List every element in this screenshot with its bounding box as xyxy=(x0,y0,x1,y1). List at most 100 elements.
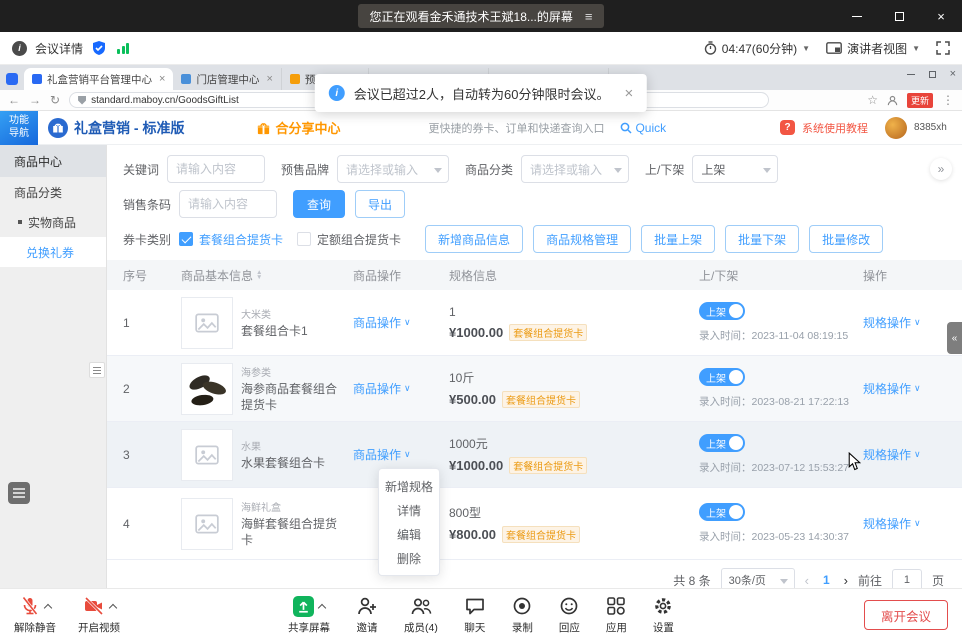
product-category: 大米类 xyxy=(241,306,308,321)
invite-button[interactable]: 邀请 xyxy=(356,595,378,635)
shelf-toggle[interactable]: 上架 xyxy=(699,434,745,452)
search-button[interactable]: 查询 xyxy=(293,190,345,218)
browser-logo-icon[interactable] xyxy=(6,73,18,85)
entry-time: 录入时间：2023-11-04 08:19:15 xyxy=(699,328,863,343)
record-button[interactable]: 录制 xyxy=(512,595,533,635)
tab-close-icon[interactable]: × xyxy=(266,73,272,85)
bookmark-star-icon[interactable]: ☆ xyxy=(867,93,878,107)
back-icon[interactable]: ← xyxy=(8,93,20,107)
sidebar-collapse-button[interactable] xyxy=(89,362,105,378)
shelf-select[interactable]: 上架 xyxy=(692,155,778,183)
barcode-input[interactable] xyxy=(179,190,277,218)
browser-menu-icon[interactable]: ⋮ xyxy=(942,93,954,107)
browser-tab[interactable]: 门店管理中心 × xyxy=(173,68,281,90)
product-action-dropdown[interactable]: 商品操作∨ xyxy=(353,314,449,331)
side-panel-expand-tab[interactable]: « xyxy=(947,322,962,354)
menu-item-delete[interactable]: 删除 xyxy=(379,546,439,570)
batch-edit-button[interactable]: 批量修改 xyxy=(809,225,883,253)
settings-button[interactable]: 设置 xyxy=(653,595,674,635)
shelf-toggle[interactable]: 上架 xyxy=(699,302,745,320)
refresh-icon[interactable]: ↻ xyxy=(50,93,60,107)
product-action-dropdown[interactable]: 商品操作∨ xyxy=(353,380,449,397)
video-options-caret[interactable] xyxy=(108,604,116,612)
microphone-muted-icon xyxy=(20,596,40,616)
banner-menu-icon[interactable]: ≡ xyxy=(585,9,593,24)
menu-item-add-spec[interactable]: 新增规格 xyxy=(379,474,439,498)
spec-manage-button[interactable]: 商品规格管理 xyxy=(533,225,631,253)
members-button[interactable]: 成员(4) xyxy=(404,595,438,635)
col-index: 序号 xyxy=(123,267,181,284)
start-video-button[interactable]: 开启视频 xyxy=(78,595,120,635)
sidebar-item-gift-coupons[interactable]: 兑换礼券 xyxy=(0,237,106,267)
shared-maximize-icon[interactable] xyxy=(929,71,936,78)
batch-off-shelf-button[interactable]: 批量下架 xyxy=(725,225,799,253)
sidebar-item-physical-goods[interactable]: 实物商品 xyxy=(0,207,106,237)
gift-icon xyxy=(256,120,271,135)
close-button[interactable]: × xyxy=(920,0,962,32)
meeting-info-icon[interactable]: i xyxy=(12,41,27,56)
sidebar-item-category[interactable]: 商品分类 xyxy=(0,177,106,207)
menu-item-details[interactable]: 详情 xyxy=(379,498,439,522)
leave-meeting-button[interactable]: 离开会议 xyxy=(864,600,948,630)
checkbox-package-card-label[interactable]: 套餐组合提货卡 xyxy=(199,231,283,248)
chat-button[interactable]: 聊天 xyxy=(464,595,486,635)
spec-action-dropdown[interactable]: 规格操作∨ xyxy=(863,515,962,532)
minimize-icon xyxy=(852,16,862,17)
col-product: 商品基本信息 xyxy=(181,267,253,284)
share-options-caret[interactable] xyxy=(318,604,326,612)
prev-page-button[interactable]: ‹ xyxy=(805,573,809,588)
forward-icon[interactable]: → xyxy=(29,93,41,107)
goto-page-input[interactable] xyxy=(892,569,922,588)
checkbox-package-card[interactable] xyxy=(179,232,193,246)
meeting-details-label[interactable]: 会议详情 xyxy=(35,40,83,57)
shared-close-icon[interactable]: × xyxy=(950,68,956,80)
shelf-toggle[interactable]: 上架 xyxy=(699,503,745,521)
mic-options-caret[interactable] xyxy=(43,604,51,612)
avatar[interactable] xyxy=(885,117,907,139)
notification-close-icon[interactable]: × xyxy=(624,85,633,102)
filter-collapse-button[interactable]: » xyxy=(930,158,952,180)
quick-search-link[interactable]: Quick xyxy=(620,121,666,135)
sort-icon[interactable]: ▲▼ xyxy=(256,270,262,280)
batch-on-shelf-button[interactable]: 批量上架 xyxy=(641,225,715,253)
product-action-dropdown-open[interactable]: 商品操作∨ xyxy=(353,446,449,463)
apps-button[interactable]: 应用 xyxy=(606,595,627,635)
shelf-toggle[interactable]: 上架 xyxy=(699,368,745,386)
export-button[interactable]: 导出 xyxy=(355,190,405,218)
security-shield-icon[interactable] xyxy=(91,40,107,56)
page-size-select[interactable]: 30条/页 xyxy=(721,568,795,588)
meeting-timer[interactable]: 04:47(60分钟) ▼ xyxy=(704,40,810,57)
keyword-input[interactable] xyxy=(167,155,265,183)
browser-tab-active[interactable]: 礼盒营销平台管理中心 × xyxy=(24,68,173,90)
shared-minimize-icon[interactable] xyxy=(907,74,915,75)
tutorial-link[interactable]: 系统使用教程 xyxy=(802,120,868,136)
tab-favicon xyxy=(290,74,300,84)
reactions-button[interactable]: 回应 xyxy=(559,595,580,635)
view-mode-selector[interactable]: 演讲者视图 ▼ xyxy=(826,40,920,57)
barcode-label: 销售条码 xyxy=(123,196,171,213)
spec-action-dropdown[interactable]: 规格操作∨ xyxy=(863,446,962,463)
unmute-button[interactable]: 解除静音 xyxy=(14,595,56,635)
function-nav-button[interactable]: 功能导航 xyxy=(0,111,38,145)
category-select[interactable]: 请选择或输入 xyxy=(521,155,629,183)
profile-icon[interactable] xyxy=(887,95,898,106)
page-number-current[interactable]: 1 xyxy=(819,573,834,587)
checkbox-fixed-card-label[interactable]: 定额组合提货卡 xyxy=(317,231,401,248)
maximize-button[interactable] xyxy=(878,0,920,32)
select-caret-icon xyxy=(780,579,788,584)
caret-down-icon: ∨ xyxy=(914,449,921,460)
tab-close-icon[interactable]: × xyxy=(159,73,165,85)
share-screen-button[interactable]: 共享屏幕 xyxy=(288,595,330,635)
fullscreen-icon[interactable] xyxy=(936,41,950,55)
next-page-button[interactable]: › xyxy=(844,573,848,588)
update-badge[interactable]: 更新 xyxy=(907,93,933,108)
add-product-button[interactable]: 新增商品信息 xyxy=(425,225,523,253)
checkbox-fixed-card[interactable] xyxy=(297,232,311,246)
share-center-link[interactable]: 合分享中心 xyxy=(256,118,340,137)
menu-item-edit[interactable]: 编辑 xyxy=(379,522,439,546)
minimize-button[interactable] xyxy=(836,0,878,32)
brand-select[interactable]: 请选择或输入 xyxy=(337,155,449,183)
sea-cucumber-photo xyxy=(183,365,231,413)
spec-action-dropdown[interactable]: 规格操作∨ xyxy=(863,380,962,397)
meeting-panel-toggle[interactable] xyxy=(8,482,30,504)
